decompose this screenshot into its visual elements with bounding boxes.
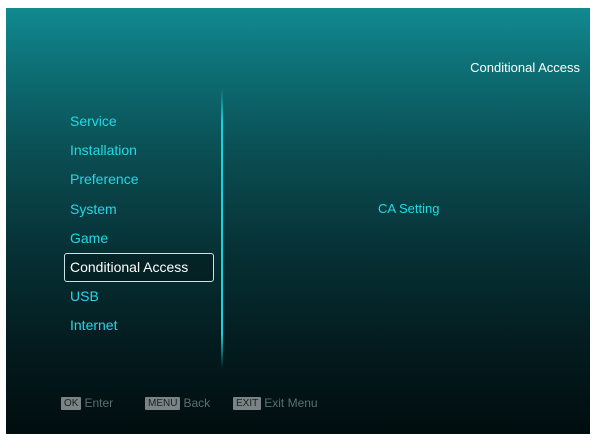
- hint-menu: MENU Back: [145, 396, 210, 410]
- menu-item-usb[interactable]: USB: [64, 282, 214, 311]
- hint-ok-label: Enter: [84, 396, 114, 410]
- hint-exit-label: Exit Menu: [264, 396, 318, 410]
- menu-divider: [221, 88, 223, 368]
- menu-item-internet[interactable]: Internet: [64, 311, 214, 340]
- menu-item-preference[interactable]: Preference: [64, 165, 214, 194]
- menu-item-conditional-access[interactable]: Conditional Access: [64, 252, 214, 283]
- submenu-item-ca-setting[interactable]: CA Setting: [378, 201, 439, 216]
- footer-hints: OK Enter MENU Back EXIT Exit Menu: [6, 396, 590, 416]
- page-title: Conditional Access: [470, 60, 580, 75]
- hint-ok: OK Enter: [61, 396, 113, 410]
- main-menu: Service Installation Preference System G…: [64, 107, 214, 341]
- ok-key-icon: OK: [61, 396, 82, 410]
- menu-item-system[interactable]: System: [64, 195, 214, 224]
- hint-exit: EXIT Exit Menu: [233, 396, 318, 410]
- hint-menu-label: Back: [183, 396, 211, 410]
- exit-key-icon: EXIT: [233, 396, 262, 410]
- menu-item-service[interactable]: Service: [64, 107, 214, 136]
- tv-screen: Conditional Access Service Installation …: [6, 8, 590, 434]
- menu-item-installation[interactable]: Installation: [64, 136, 214, 165]
- menu-item-game[interactable]: Game: [64, 224, 214, 253]
- menu-key-icon: MENU: [145, 396, 181, 410]
